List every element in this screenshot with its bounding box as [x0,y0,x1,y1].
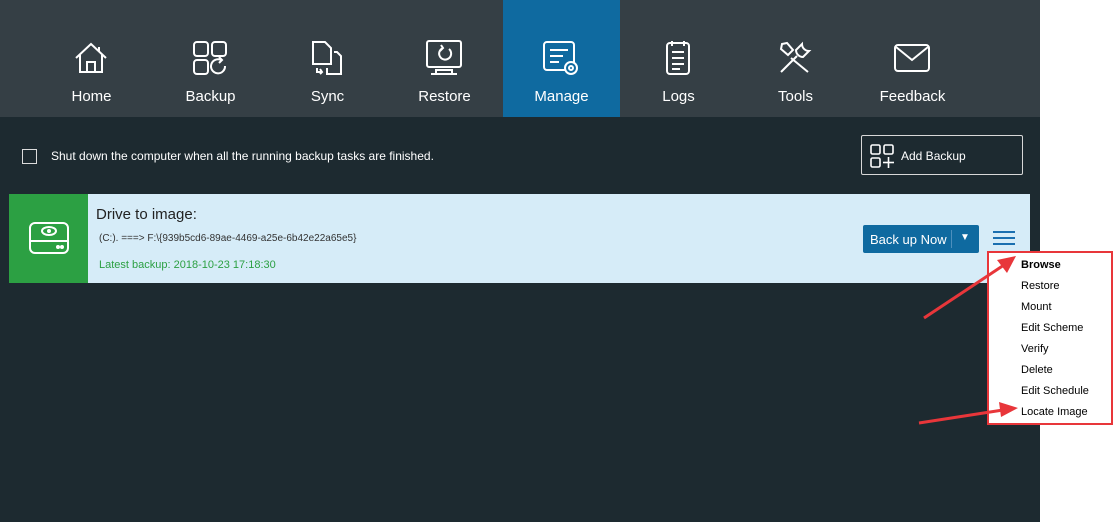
nav-backup-label: Backup [185,88,236,105]
feedback-icon [892,38,932,78]
nav-home-label: Home [71,88,112,105]
backup-now-button[interactable]: Back up Now ▼ [863,225,979,253]
backup-now-label: Back up Now [870,232,947,247]
manage-icon [541,38,581,78]
nav-logs-label: Logs [662,88,695,105]
task-icon-box [9,194,88,283]
task-title: Drive to image: [96,206,197,223]
menu-item-locate-image[interactable]: Locate Image [1021,406,1088,418]
nav-manage[interactable]: Manage [503,0,620,117]
drive-icon [29,222,69,254]
nav-sync-label: Sync [310,88,345,105]
nav-feedback[interactable]: Feedback [854,0,971,117]
nav-restore-label: Restore [418,88,471,105]
shutdown-checkbox[interactable] [22,148,37,164]
menu-item-browse[interactable]: Browse [1021,259,1061,271]
add-backup-button[interactable]: Add Backup [861,135,1023,175]
nav-feedback-label: Feedback [879,88,946,105]
sync-icon [307,38,347,78]
hamburger-menu-icon[interactable] [993,230,1015,248]
restore-icon [424,38,464,78]
latest-backup-text: Latest backup: 2018-10-23 17:18:30 [99,259,276,271]
backup-now-divider [951,230,952,248]
shutdown-label: Shut down the computer when all the runn… [51,149,434,163]
task-path: (C:). ===> F:\{939b5cd6-89ae-4469-a25e-6… [99,233,357,244]
shutdown-option: Shut down the computer when all the runn… [22,146,434,166]
nav-tools-label: Tools [777,88,814,105]
add-backup-icon [869,143,895,169]
nav-backup[interactable]: Backup [152,0,269,117]
caret-down-icon[interactable]: ▼ [960,232,970,243]
nav-sync[interactable]: Sync [269,0,386,117]
menu-item-delete[interactable]: Delete [1021,364,1053,376]
menu-item-edit-scheme[interactable]: Edit Scheme [1021,322,1083,334]
task-context-menu: Browse Restore Mount Edit Scheme Verify … [987,251,1113,425]
menu-item-mount[interactable]: Mount [1021,301,1052,313]
nav-tools[interactable]: Tools [737,0,854,117]
add-backup-label: Add Backup [901,149,966,163]
logs-icon [658,38,698,78]
tools-icon [775,38,815,78]
backup-icon [190,38,230,78]
backup-task-card: Drive to image: (C:). ===> F:\{939b5cd6-… [9,194,1030,283]
nav-logs[interactable]: Logs [620,0,737,117]
home-icon [71,38,111,78]
main-toolbar: Home Backup Sync Restore Manage Logs Too… [0,0,1040,117]
menu-item-restore[interactable]: Restore [1021,280,1060,292]
nav-home[interactable]: Home [33,0,150,117]
menu-item-edit-schedule[interactable]: Edit Schedule [1021,385,1089,397]
app-window: Home Backup Sync Restore Manage Logs Too… [0,0,1040,522]
nav-restore[interactable]: Restore [386,0,503,117]
menu-item-verify[interactable]: Verify [1021,343,1049,355]
nav-manage-label: Manage [534,88,589,105]
